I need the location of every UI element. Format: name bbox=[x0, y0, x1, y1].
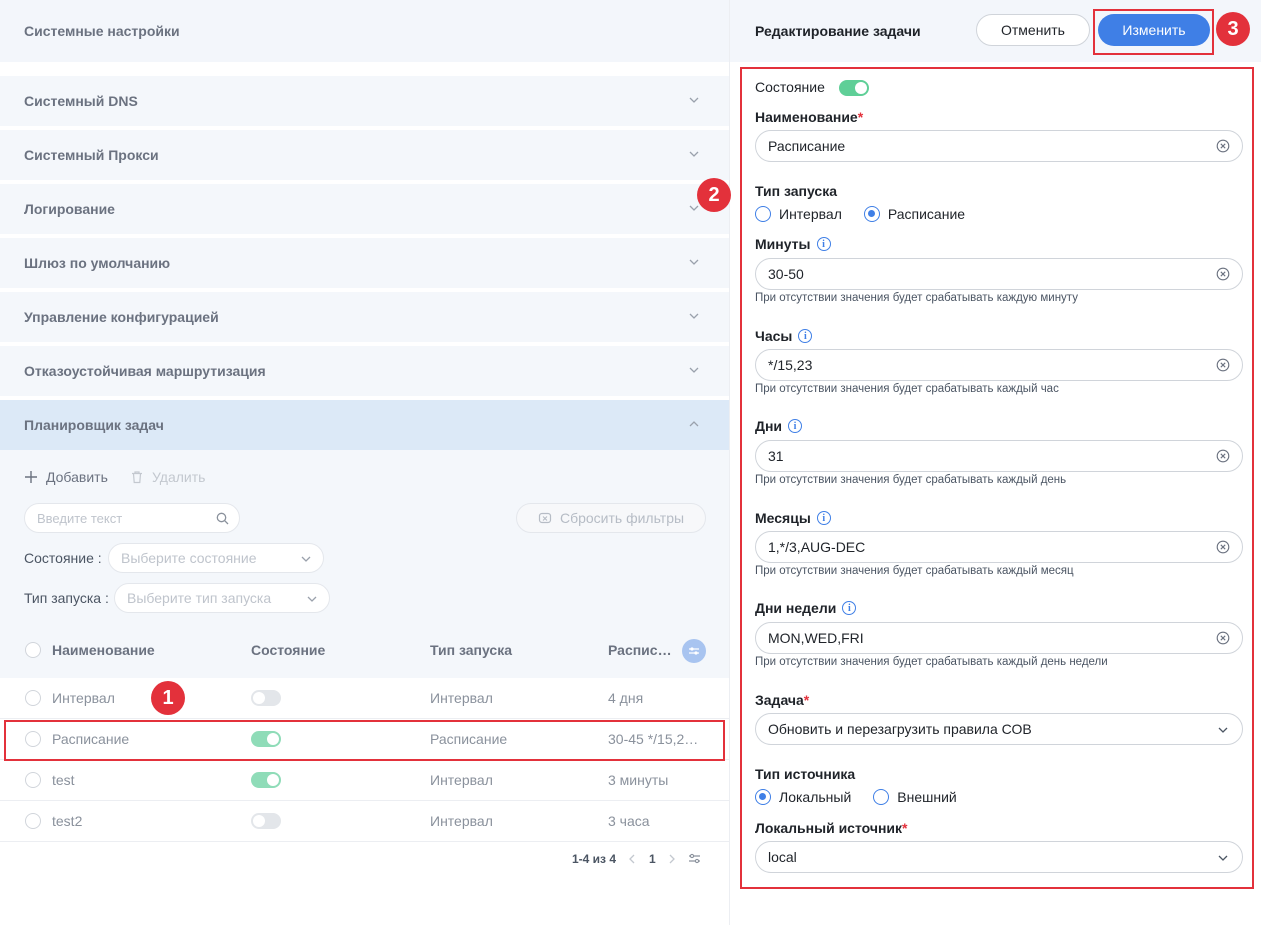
table-row[interactable]: test2 Интервал 3 часа bbox=[0, 801, 729, 842]
sliders-icon bbox=[689, 647, 699, 655]
search-icon[interactable] bbox=[216, 512, 229, 525]
column-type[interactable]: Тип запуска bbox=[430, 642, 512, 658]
highlight-box-form bbox=[740, 67, 1254, 889]
chevron-down-icon bbox=[689, 367, 699, 373]
section-label: Системный Прокси bbox=[24, 147, 159, 163]
section-label: Отказоустойчивая маршрутизация bbox=[24, 363, 266, 379]
column-settings-button[interactable] bbox=[682, 639, 706, 663]
row-state-toggle[interactable] bbox=[251, 772, 281, 788]
reset-filters-label: Сбросить фильтры bbox=[559, 510, 685, 526]
chevron-down-icon bbox=[689, 313, 699, 319]
section-config-management[interactable]: Управление конфигурацией bbox=[0, 292, 729, 342]
highlight-box-row bbox=[4, 720, 725, 761]
highlight-box-save bbox=[1093, 9, 1214, 55]
page-size-settings-icon[interactable] bbox=[688, 852, 701, 865]
trash-icon bbox=[132, 471, 142, 484]
section-logging[interactable]: Логирование bbox=[0, 184, 729, 234]
chevron-left-icon[interactable] bbox=[628, 854, 636, 864]
row-schedule: 3 минуты bbox=[608, 772, 669, 788]
reset-filters-button[interactable]: Сбросить фильтры bbox=[516, 503, 706, 533]
state-filter-placeholder: Выберите состояние bbox=[121, 550, 257, 566]
section-task-scheduler[interactable]: Планировщик задач bbox=[0, 400, 729, 450]
table-row[interactable]: test Интервал 3 минуты bbox=[0, 760, 729, 801]
section-default-gateway[interactable]: Шлюз по умолчанию bbox=[0, 238, 729, 288]
reset-icon bbox=[538, 512, 552, 524]
plus-icon bbox=[25, 471, 37, 483]
row-name: Интервал bbox=[52, 690, 115, 706]
section-label: Управление конфигурацией bbox=[24, 309, 219, 325]
type-filter-select[interactable]: Выберите тип запуска bbox=[114, 583, 330, 613]
section-label: Логирование bbox=[24, 201, 115, 217]
row-state-toggle[interactable] bbox=[251, 813, 281, 829]
section-failover-routing[interactable]: Отказоустойчивая маршрутизация bbox=[0, 346, 729, 396]
chevron-down-icon bbox=[307, 596, 317, 602]
section-label: Планировщик задач bbox=[24, 417, 164, 433]
chevron-right-icon[interactable] bbox=[668, 854, 676, 864]
section-system-dns[interactable]: Системный DNS bbox=[0, 76, 729, 126]
scheduler-body bbox=[0, 450, 729, 622]
state-filter-label: Состояние : bbox=[24, 550, 102, 566]
add-label: Добавить bbox=[46, 469, 108, 485]
state-filter-select[interactable]: Выберите состояние bbox=[108, 543, 324, 573]
delete-label: Удалить bbox=[152, 469, 206, 485]
chevron-down-icon bbox=[689, 259, 699, 265]
row-name: test2 bbox=[52, 813, 83, 829]
select-all-checkbox[interactable] bbox=[25, 642, 41, 658]
search-box bbox=[24, 503, 240, 533]
type-filter-placeholder: Выберите тип запуска bbox=[127, 590, 272, 606]
row-checkbox[interactable] bbox=[25, 690, 41, 706]
page-title: Системные настройки bbox=[0, 0, 729, 62]
edit-task-panel: Редактирование задачи Отменить Изменить … bbox=[729, 0, 1261, 925]
chevron-down-icon bbox=[689, 151, 699, 157]
type-filter-label: Тип запуска : bbox=[24, 590, 109, 606]
row-state-toggle[interactable] bbox=[251, 690, 281, 706]
section-label: Шлюз по умолчанию bbox=[24, 255, 171, 271]
chevron-down-icon bbox=[689, 97, 699, 103]
chevron-down-icon bbox=[689, 205, 699, 211]
column-schedule[interactable]: Распис… bbox=[608, 642, 672, 658]
chevron-down-icon bbox=[301, 556, 311, 562]
pagination-page[interactable]: 1 bbox=[649, 852, 656, 866]
annotation-badge-2: 2 bbox=[697, 178, 731, 212]
search-input[interactable] bbox=[37, 510, 207, 526]
row-name: test bbox=[52, 772, 75, 788]
chevron-up-icon bbox=[689, 421, 699, 427]
table-row[interactable]: Интервал Интервал 4 дня bbox=[0, 678, 729, 719]
row-schedule: 4 дня bbox=[608, 690, 644, 706]
section-label: Системный DNS bbox=[24, 93, 138, 109]
column-state[interactable]: Состояние bbox=[251, 642, 325, 658]
delete-button[interactable]: Удалить bbox=[130, 469, 205, 485]
add-button[interactable]: Добавить bbox=[24, 469, 108, 485]
annotation-badge-3: 3 bbox=[1216, 12, 1250, 46]
table-header: Наименование Состояние Тип запуска Распи… bbox=[0, 622, 729, 678]
row-checkbox[interactable] bbox=[25, 772, 41, 788]
cancel-button[interactable]: Отменить bbox=[976, 14, 1090, 46]
row-checkbox[interactable] bbox=[25, 813, 41, 829]
row-type: Интервал bbox=[430, 690, 493, 706]
annotation-badge-1: 1 bbox=[151, 681, 185, 715]
settings-panel: Системные настройки Системный DNS Систем… bbox=[0, 0, 729, 925]
edit-panel-title: Редактирование задачи bbox=[755, 23, 921, 39]
row-type: Интервал bbox=[430, 813, 493, 829]
row-schedule: 3 часа bbox=[608, 813, 650, 829]
section-system-proxy[interactable]: Системный Прокси bbox=[0, 130, 729, 180]
row-type: Интервал bbox=[430, 772, 493, 788]
column-name[interactable]: Наименование bbox=[52, 642, 155, 658]
pagination-range: 1-4 из 4 bbox=[572, 852, 617, 866]
